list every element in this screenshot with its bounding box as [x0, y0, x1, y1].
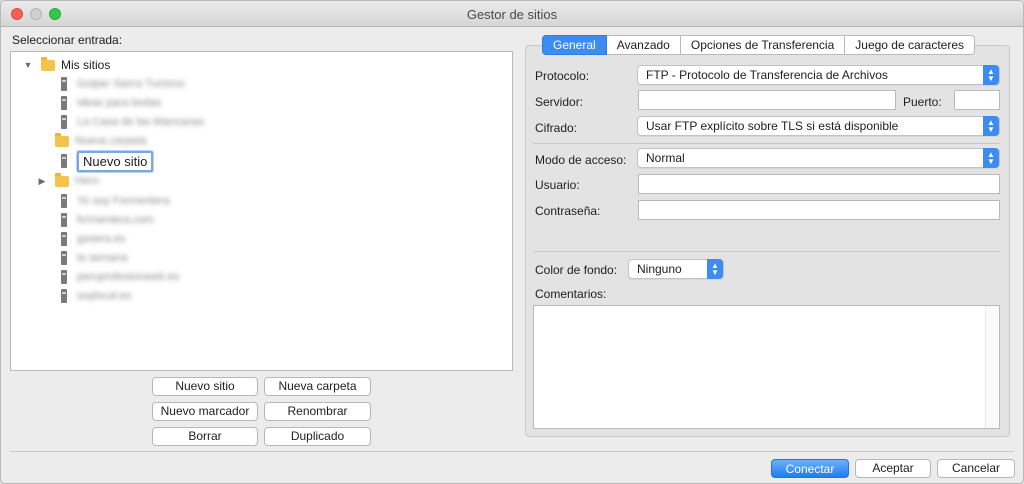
rename-inline-input[interactable]: Nuevo sitio [77, 150, 154, 172]
password-label: Contraseña: [535, 204, 601, 218]
server-icon [61, 213, 67, 227]
encryption-label: Cifrado: [535, 121, 578, 135]
protocol-select[interactable]: FTP - Protocolo de Transferencia de Arch… [637, 65, 1000, 85]
tree-item-label: La Casa de las Manzanas [77, 116, 205, 128]
access-mode-select[interactable]: Normal ▲ ▼ [637, 148, 1000, 168]
tree-item[interactable]: Yo soy Formentera [57, 192, 170, 210]
protocol-label: Protocolo: [535, 69, 590, 83]
folder-icon [41, 56, 55, 71]
user-input[interactable] [638, 174, 1000, 194]
user-label: Usuario: [535, 178, 580, 192]
tree-item-label: la semana [77, 252, 128, 264]
select-stepper-icon: ▲ ▼ [707, 259, 723, 279]
select-stepper-icon: ▲ ▼ [983, 116, 999, 136]
folder-icon [55, 132, 69, 147]
delete-button[interactable]: Borrar [152, 427, 258, 446]
window-title: Gestor de sitios [466, 7, 558, 22]
server-icon [61, 154, 67, 168]
new-bookmark-button[interactable]: Nuevo marcador [152, 402, 258, 421]
duplicate-button[interactable]: Duplicado [264, 427, 371, 446]
tree-folder[interactable]: Nueva carpeta [55, 132, 147, 150]
tree-item[interactable]: La Casa de las Manzanas [57, 113, 204, 131]
site-tree[interactable]: ▼ Mis sitios Golper Sierra Turismo ideas… [10, 51, 513, 371]
tree-item[interactable]: formentera.com [57, 211, 154, 229]
footer-divider [10, 451, 1014, 452]
tree-item-label: ideas para bodas [77, 97, 162, 109]
tree-item[interactable]: Golper Sierra Turismo [57, 75, 185, 93]
tab-transfer-options[interactable]: Opciones de Transferencia [680, 35, 846, 55]
divider [533, 251, 1000, 252]
site-manager-window: Gestor de sitios Seleccionar entrada: ▼ … [0, 0, 1024, 484]
port-label: Puerto: [903, 95, 942, 109]
server-icon [61, 77, 67, 91]
bg-color-select[interactable]: Ninguno ▲ ▼ [628, 259, 724, 279]
password-input[interactable] [638, 200, 1000, 220]
server-icon [61, 194, 67, 208]
server-icon [61, 270, 67, 284]
tree-item[interactable]: peruprofesionweb.es [57, 268, 179, 286]
tree-item-label: Yo soy Formentera [77, 195, 170, 207]
comments-textarea[interactable] [533, 305, 1000, 429]
connect-button[interactable]: Conectar [771, 459, 849, 478]
encryption-select[interactable]: Usar FTP explícito sobre TLS si está dis… [637, 116, 1000, 136]
tab-charset[interactable]: Juego de caracteres [845, 35, 976, 55]
folder-icon [55, 172, 69, 187]
tree-item[interactable]: gosera.es [57, 230, 125, 248]
comments-scrollbar[interactable] [985, 306, 999, 428]
tree-item-label: peruprofesionweb.es [77, 271, 180, 283]
port-input[interactable] [954, 90, 1000, 110]
rename-button[interactable]: Renombrar [264, 402, 371, 421]
protocol-value: FTP - Protocolo de Transferencia de Arch… [646, 68, 888, 82]
access-mode-value: Normal [646, 151, 685, 165]
select-stepper-icon: ▲ ▼ [983, 65, 999, 85]
bg-color-label: Color de fondo: [535, 263, 618, 277]
new-site-button[interactable]: Nuevo sitio [152, 377, 258, 396]
tab-general[interactable]: General [542, 35, 607, 55]
cancel-button[interactable]: Cancelar [937, 459, 1015, 478]
accept-button[interactable]: Aceptar [855, 459, 931, 478]
tab-advanced[interactable]: Avanzado [606, 35, 681, 55]
new-folder-button[interactable]: Nueva carpeta [264, 377, 371, 396]
tree-item[interactable]: la semana [57, 249, 128, 267]
tree-item[interactable]: soylocal.es [57, 287, 131, 305]
select-stepper-icon: ▲ ▼ [983, 148, 999, 168]
bg-color-value: Ninguno [637, 262, 682, 276]
tree-item[interactable]: ideas para bodas [57, 94, 161, 112]
tree-root[interactable]: ▼ Mis sitios [23, 56, 110, 74]
comments-label: Comentarios: [535, 287, 607, 301]
server-icon [61, 96, 67, 110]
tree-item-editing[interactable]: Nuevo sitio [57, 150, 154, 172]
tree-item-label: Nueva carpeta [75, 135, 147, 147]
server-icon [61, 289, 67, 303]
encryption-value: Usar FTP explícito sobre TLS si está dis… [646, 119, 899, 133]
select-entry-label: Seleccionar entrada: [12, 33, 123, 47]
server-icon [61, 251, 67, 265]
titlebar: Gestor de sitios [1, 1, 1023, 27]
server-icon [61, 115, 67, 129]
divider [533, 143, 1000, 144]
disclosure-closed-icon[interactable]: ▶ [37, 176, 47, 187]
server-icon [61, 232, 67, 246]
server-input[interactable] [638, 90, 896, 110]
access-mode-label: Modo de acceso: [535, 153, 627, 167]
tree-folder[interactable]: ▶ Hero [37, 172, 99, 190]
tree-item-label: gosera.es [77, 233, 126, 245]
tree-root-label: Mis sitios [61, 58, 111, 72]
server-label: Servidor: [535, 95, 584, 109]
tree-item-label: formentera.com [77, 214, 155, 226]
tree-item-label: soylocal.es [77, 290, 132, 302]
tree-item-label: Golper Sierra Turismo [77, 78, 185, 90]
disclosure-open-icon[interactable]: ▼ [23, 60, 33, 70]
tree-item-label: Hero [75, 175, 99, 187]
settings-tabs: General Avanzado Opciones de Transferenc… [542, 35, 976, 55]
